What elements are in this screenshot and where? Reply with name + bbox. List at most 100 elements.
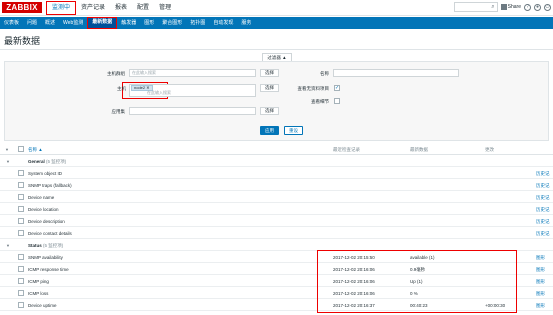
submenu-services[interactable]: 服务 [237, 17, 255, 29]
table-row: Device contact details 历史记 [0, 228, 553, 239]
item-name: Device uptime [28, 303, 57, 308]
search-icon: ⌕ [491, 4, 495, 10]
main-menu: 监测中 资产记录 报表 配置 管理 [46, 0, 176, 16]
column-header-change: 更改 [485, 147, 494, 152]
row-checkbox[interactable] [18, 182, 24, 188]
table-row: Device location 历史记 [0, 204, 553, 215]
item-name: System object ID [28, 171, 63, 176]
graph-link[interactable]: 图形 [536, 288, 545, 299]
graph-link[interactable]: 图形 [536, 276, 545, 287]
graph-link[interactable]: 图形 [536, 264, 545, 275]
submenu-screens[interactable]: 聚合图形 [158, 17, 186, 29]
graph-link[interactable]: 图形 [536, 252, 545, 263]
table-row: Device name 历史记 [0, 192, 553, 203]
row-checkbox[interactable] [18, 266, 24, 272]
collapse-icon[interactable]: ▼ [6, 240, 10, 251]
history-link[interactable]: 历史记 [536, 216, 550, 227]
name-label: 名称 [320, 71, 329, 76]
reset-button[interactable]: 重设 [284, 126, 303, 135]
row-checkbox[interactable] [18, 194, 24, 200]
top-header: ZABBIX 监测中 资产记录 报表 配置 管理 ⌕ Share ? ● ⏻ [0, 0, 553, 16]
item-name: SNMP traps (fallback) [28, 183, 72, 188]
zabbix-logo: ZABBIX [2, 2, 42, 13]
divider [0, 49, 553, 50]
history-link[interactable]: 历史记 [536, 192, 550, 203]
host-placeholder: 在此输入搜索 [147, 90, 171, 95]
share-button[interactable]: Share [500, 4, 521, 10]
show-details-checkbox[interactable] [334, 98, 340, 104]
submenu-triggers[interactable]: 触发器 [117, 17, 140, 29]
submenu-overview[interactable]: 概述 [41, 17, 59, 29]
host-group-select-button[interactable]: 选择 [260, 69, 279, 77]
menu-monitoring[interactable]: 监测中 [46, 1, 77, 15]
host-label: 主机 [117, 86, 126, 91]
row-checkbox[interactable] [18, 206, 24, 212]
submenu-problems[interactable]: 问题 [23, 17, 41, 29]
filter-tab[interactable]: 过滤器 ▲ [262, 53, 292, 61]
row-checkbox[interactable] [18, 218, 24, 224]
graph-link[interactable]: 图形 [536, 300, 545, 311]
column-header-last-check: 最近检查记录 [333, 147, 360, 152]
history-link[interactable]: 历史记 [536, 228, 550, 239]
item-name: Device name [28, 195, 55, 200]
show-details-label: 查看细节 [311, 99, 329, 104]
menu-reports[interactable]: 报表 [110, 0, 132, 16]
group-name: Status (5 监控项) [28, 243, 64, 248]
submenu-dashboard[interactable]: 仪表板 [0, 17, 23, 29]
item-name: ICMP ping [28, 279, 49, 284]
menu-administration[interactable]: 管理 [154, 0, 176, 16]
item-name: Device contact details [28, 231, 72, 236]
user-profile-icon[interactable]: ● [534, 3, 541, 11]
row-checkbox[interactable] [18, 230, 24, 236]
help-icon[interactable]: ? [524, 3, 531, 11]
collapse-icon[interactable]: ▼ [6, 156, 10, 167]
table-row: System object ID 历史记 [0, 168, 553, 179]
submenu-discovery[interactable]: 自动发现 [209, 17, 237, 29]
history-link[interactable]: 历史记 [536, 204, 550, 215]
item-name: Device description [28, 219, 65, 224]
history-link[interactable]: 历史记 [536, 168, 550, 179]
row-checkbox[interactable] [18, 254, 24, 260]
host-group-input[interactable]: 在此输入搜索 [129, 69, 256, 77]
logout-icon[interactable]: ⏻ [544, 3, 551, 11]
sub-menu: 仪表板 问题 概述 Web监测 最新数据 触发器 图形 聚合图形 拓扑图 自动发… [0, 17, 553, 29]
application-input[interactable] [129, 107, 256, 115]
share-icon [500, 4, 507, 10]
submenu-maps[interactable]: 拓扑图 [186, 17, 209, 29]
item-name: ICMP response time [28, 267, 69, 272]
menu-inventory[interactable]: 资产记录 [76, 0, 110, 16]
menu-configuration[interactable]: 配置 [132, 0, 154, 16]
global-search-input[interactable]: ⌕ [453, 2, 498, 12]
submenu-latest-data[interactable]: 最新数据 [87, 17, 118, 29]
page-title: 最新数据 [4, 36, 41, 46]
item-name: ICMP loss [28, 291, 49, 296]
submenu-graphs[interactable]: 图形 [140, 17, 158, 29]
row-checkbox[interactable] [18, 290, 24, 296]
row-checkbox[interactable] [18, 170, 24, 176]
header-tools: ⌕ Share ? ● ⏻ [453, 2, 551, 12]
item-name: Device location [28, 207, 59, 212]
submenu-web[interactable]: Web监测 [59, 17, 87, 29]
application-select-button[interactable]: 选择 [260, 107, 279, 115]
row-checkbox[interactable] [18, 302, 24, 308]
item-name: SNMP availability [28, 255, 63, 260]
group-row-general: ▼ General (5 监控项) [0, 156, 553, 167]
application-label: 应用集 [111, 109, 126, 114]
apply-button[interactable]: 应用 [260, 126, 279, 135]
table-row: Device description 历史记 [0, 216, 553, 227]
select-all-checkbox[interactable] [18, 146, 24, 152]
table-row: SNMP traps (fallback) 历史记 [0, 180, 553, 191]
header-divider [0, 154, 553, 155]
group-name: General (5 监控项) [28, 159, 67, 164]
show-no-data-checkbox[interactable]: ✓ [334, 85, 340, 91]
row-checkbox[interactable] [18, 278, 24, 284]
share-label: Share [507, 4, 521, 10]
host-group-label: 主机群组 [107, 71, 125, 76]
filter-panel: 主机群组 在此输入搜索 选择 主机 node2 ✕ 在此输入搜索 选择 应用集 … [4, 61, 549, 141]
expand-all-toggle[interactable]: ▼ [5, 147, 9, 152]
name-input[interactable] [333, 69, 459, 77]
show-no-data-label: 查看无资料项目 [297, 86, 330, 91]
column-header-name[interactable]: 名称 ▲ [28, 147, 43, 153]
history-link[interactable]: 历史记 [536, 180, 550, 191]
column-header-last-value: 最新数据 [410, 147, 428, 152]
